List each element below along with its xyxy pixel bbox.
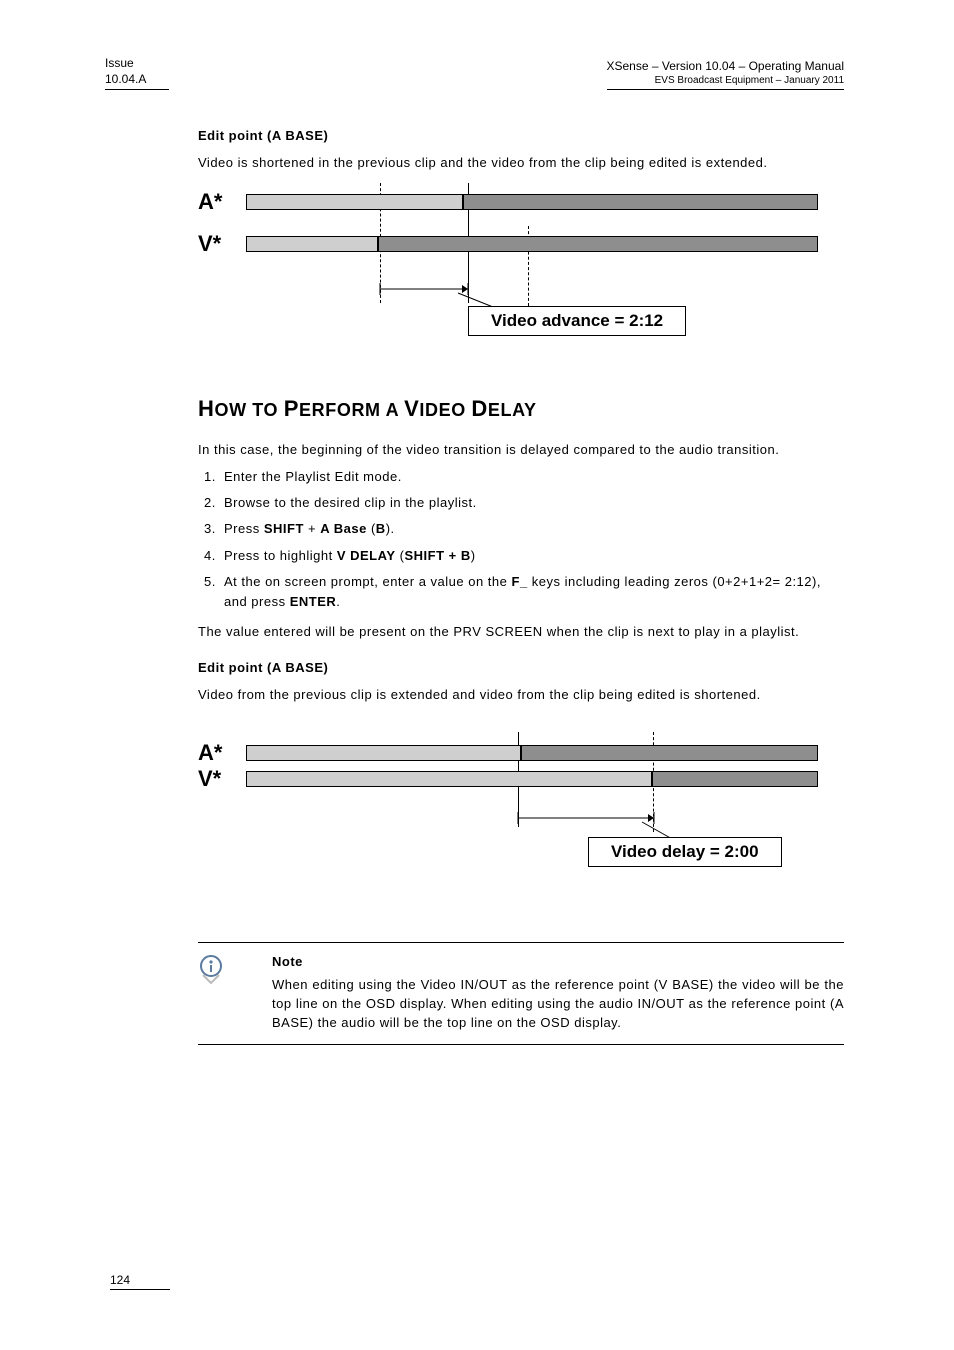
s3-b1: SHIFT <box>264 521 304 536</box>
note-text: When editing using the Video IN/OUT as t… <box>272 977 844 1030</box>
s5-pre: At the on screen prompt, enter a value o… <box>224 574 512 589</box>
h2-p3a: V <box>404 396 419 421</box>
steps-list: Enter the Playlist Edit mode. Browse to … <box>198 467 844 612</box>
section3-text: Video from the previous clip is extended… <box>198 685 844 705</box>
s3-pre: Press <box>224 521 264 536</box>
diagram2-v-seg1 <box>246 771 652 787</box>
diagram-video-delay: A* V* Video delay = 2:00 <box>198 732 818 892</box>
h2-p4a: D <box>471 396 488 421</box>
diagram1-v-track <box>246 236 818 252</box>
diagram1-a-seg2 <box>463 194 818 210</box>
s4-pre: Press to highlight <box>224 548 337 563</box>
diagram2-a-seg2 <box>521 745 818 761</box>
h2-p1a: H <box>198 396 215 421</box>
header-doc-title: XSense – Version 10.04 – Operating Manua… <box>607 59 845 73</box>
diagram1-callout: Video advance = 2:12 <box>468 306 686 336</box>
diagram1-v-label: V* <box>198 231 232 257</box>
note-label: Note <box>272 953 844 972</box>
s4-p2: ) <box>471 548 476 563</box>
diagram1-row-a: A* <box>198 189 818 215</box>
s3-post2: ). <box>386 521 395 536</box>
note-body: Note When editing using the Video IN/OUT… <box>272 953 844 1032</box>
diagram1-row-v: V* <box>198 231 818 257</box>
diagram2-a-track <box>246 745 818 761</box>
diagram1-v-seg1 <box>246 236 378 252</box>
diagram1-a-track <box>246 194 818 210</box>
diagram1-v-seg2 <box>378 236 818 252</box>
section1-heading: Edit point (A BASE) <box>198 128 844 143</box>
s3-b3: B <box>376 521 386 536</box>
header-issue: Issue 10.04.A <box>105 56 169 90</box>
h2-p2b: ERFORM A <box>299 400 404 420</box>
h2-p2a: P <box>284 396 299 421</box>
diagram2-v-seg2 <box>652 771 818 787</box>
section3-heading: Edit point (A BASE) <box>198 660 844 675</box>
section2-intro: In this case, the beginning of the video… <box>198 440 844 460</box>
diagram2-row-a: A* <box>198 740 818 766</box>
header-right: XSense – Version 10.04 – Operating Manua… <box>607 59 845 90</box>
diagram2-v-track <box>246 771 818 787</box>
page-number: 124 <box>110 1273 170 1290</box>
step-3: Press SHIFT + A Base (B). <box>220 519 844 539</box>
diagram1-a-seg1 <box>246 194 463 210</box>
section2-heading: HOW TO PERFORM A VIDEO DELAY <box>198 396 844 422</box>
s3-b2: A Base <box>320 521 367 536</box>
diagram1-arrow <box>378 281 538 309</box>
diagram-video-advance: A* V* Video adva <box>198 181 818 356</box>
h2-p3b: IDEO <box>419 400 471 420</box>
h2-p4b: ELAY <box>488 400 537 420</box>
page: Issue 10.04.A XSense – Version 10.04 – O… <box>0 0 954 1350</box>
header-issue-line1: Issue <box>105 56 134 70</box>
note-icon <box>198 953 226 1032</box>
diagram2-row-v: V* <box>198 766 818 792</box>
step-4: Press to highlight V DELAY (SHIFT + B) <box>220 546 844 566</box>
section2-after: The value entered will be present on the… <box>198 622 844 642</box>
content-area: Edit point (A BASE) Video is shortened i… <box>198 128 844 1045</box>
header-doc-sub: EVS Broadcast Equipment – January 2011 <box>655 75 844 86</box>
step-2: Browse to the desired clip in the playli… <box>220 493 844 513</box>
s5-post: . <box>336 594 340 609</box>
step-5: At the on screen prompt, enter a value o… <box>220 572 844 612</box>
step-1: Enter the Playlist Edit mode. <box>220 467 844 487</box>
diagram2-v-label: V* <box>198 766 232 792</box>
s4-b2: SHIFT + B <box>404 548 470 563</box>
s5-b1: F_ <box>512 574 528 589</box>
header-issue-line2: 10.04.A <box>105 72 146 86</box>
diagram2-a-seg1 <box>246 745 521 761</box>
s4-b1: V DELAY <box>337 548 396 563</box>
s3-mid: + <box>304 521 320 536</box>
page-header: Issue 10.04.A XSense – Version 10.04 – O… <box>105 56 844 90</box>
s3-post1: ( <box>367 521 376 536</box>
diagram2-a-label: A* <box>198 740 232 766</box>
section1-text: Video is shortened in the previous clip … <box>198 153 844 173</box>
s5-b2: ENTER <box>290 594 337 609</box>
note-block: Note When editing using the Video IN/OUT… <box>198 942 844 1045</box>
h2-p1b: OW TO <box>215 400 284 420</box>
diagram2-callout: Video delay = 2:00 <box>588 837 782 867</box>
diagram1-a-label: A* <box>198 189 232 215</box>
